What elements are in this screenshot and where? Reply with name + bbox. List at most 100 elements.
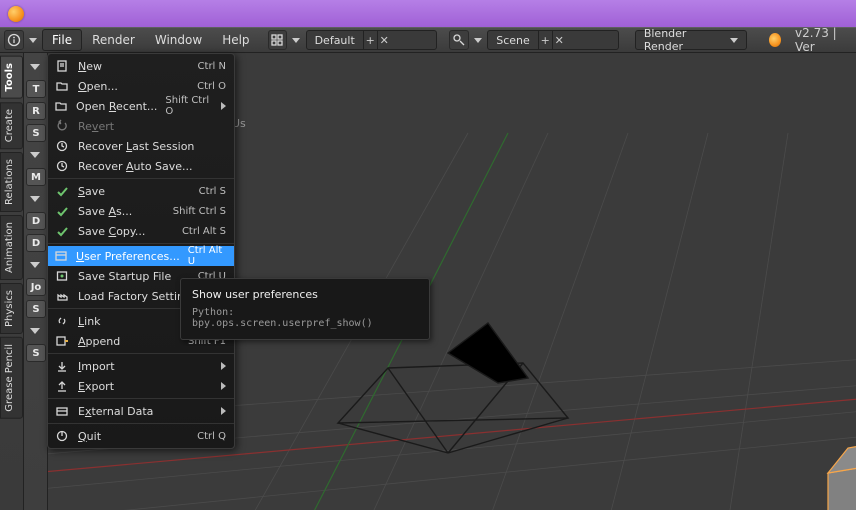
- menu-separator: [48, 353, 234, 354]
- menu-item-shortcut: Shift Ctrl S: [173, 206, 226, 217]
- screen-browse-button[interactable]: [268, 30, 288, 50]
- sidebar-tab-tools[interactable]: Tools: [0, 56, 23, 99]
- render-engine-label: Blender Render: [644, 27, 716, 53]
- file-menu-import[interactable]: Import: [48, 356, 234, 376]
- shelf-button[interactable]: S: [26, 124, 46, 142]
- menu-file[interactable]: File: [42, 29, 82, 51]
- menu-help[interactable]: Help: [212, 29, 259, 51]
- menu-window[interactable]: Window: [145, 29, 212, 51]
- menu-item-label: Revert: [78, 120, 226, 133]
- menu-item-label: Export: [78, 380, 213, 393]
- scene-label: Scene: [488, 31, 538, 49]
- file-menu-dropdown: NewCtrl NOpen...Ctrl O Open Recent... Shif…: [47, 53, 235, 449]
- blender-logo-icon: [769, 33, 781, 47]
- tooltip-python: Python: bpy.ops.screen.userpref_show(): [192, 307, 418, 329]
- shelf-button[interactable]: R: [26, 102, 46, 120]
- file-menu-open[interactable]: Open...Ctrl O: [48, 76, 234, 96]
- screen-layout-dropdown[interactable]: Default + ✕: [306, 30, 438, 50]
- menu-item-label: New: [78, 60, 190, 73]
- revert-icon: [54, 118, 70, 134]
- menu-item-label: Save As...: [78, 205, 165, 218]
- sidebar-tab-create[interactable]: Create: [0, 102, 23, 149]
- tool-shelf-tabs: Tools Create Relations Animation Physics Grea…: [0, 53, 24, 510]
- file-menu-user-preferences[interactable]: User Preferences...Ctrl Alt U: [48, 246, 234, 266]
- file-menu-new[interactable]: NewCtrl N: [48, 56, 234, 76]
- folder-icon: [54, 78, 70, 94]
- menu-item-label: Save: [78, 185, 191, 198]
- top-menu-bar: FileRenderWindowHelp Default + ✕ Scene +…: [0, 27, 856, 53]
- shelf-button[interactable]: D: [26, 234, 46, 252]
- shelf-button[interactable]: M: [26, 168, 46, 186]
- menu-item-label: Save Startup File: [78, 270, 190, 283]
- shelf-panel-toggle[interactable]: [26, 256, 44, 274]
- menu-item-label: Quit: [78, 430, 189, 443]
- shelf-panel-toggle[interactable]: [26, 58, 44, 76]
- menu-item-label: Append: [78, 335, 180, 348]
- screen-layout-label: Default: [307, 31, 363, 49]
- menu-item-label: External Data: [78, 405, 213, 418]
- check-icon: [54, 183, 70, 199]
- screen-list-chevron[interactable]: [291, 38, 302, 43]
- file-menu-open-recent[interactable]: Open Recent... Shift Ctrl O: [48, 96, 234, 116]
- version-label: v2.73 | Ver: [795, 26, 852, 54]
- menu-item-shortcut: Shift Ctrl O: [165, 95, 213, 117]
- sidebar-tab-grease-pencil[interactable]: Grease Pencil: [0, 337, 23, 419]
- shelf-button[interactable]: S: [26, 300, 46, 318]
- tooltip-title: Show user preferences: [192, 288, 418, 301]
- file-menu-save-copy[interactable]: Save Copy...Ctrl Alt S: [48, 221, 234, 241]
- file-menu-recover-last-session[interactable]: Recover Last Session: [48, 136, 234, 156]
- info-editor-type-button[interactable]: [4, 30, 24, 50]
- scene-dropdown[interactable]: Scene + ✕: [487, 30, 619, 50]
- menu-item-label: Save Copy...: [78, 225, 174, 238]
- sidebar-tab-animation[interactable]: Animation: [0, 215, 23, 280]
- doc-icon: [54, 58, 70, 74]
- export-icon: [54, 378, 70, 394]
- scene-add-button[interactable]: +: [538, 31, 552, 49]
- shelf-button[interactable]: T: [26, 80, 46, 98]
- scene-list-chevron[interactable]: [473, 38, 484, 43]
- window-titlebar: [0, 0, 856, 27]
- shelf-panel-toggle[interactable]: [26, 322, 44, 340]
- grid-icon: [270, 33, 284, 47]
- sidebar-tab-relations[interactable]: Relations: [0, 152, 23, 212]
- menu-separator: [48, 398, 234, 399]
- info-icon: [7, 33, 21, 47]
- cube-object[interactable]: [828, 438, 856, 510]
- file-menu-save[interactable]: Save Ctrl S: [48, 181, 234, 201]
- screen-delete-button[interactable]: ✕: [377, 31, 391, 49]
- menu-item-label: Link: [78, 315, 172, 328]
- menu-item-label: Open Recent...: [76, 100, 157, 113]
- submenu-arrow-icon: [221, 102, 226, 110]
- tool-shelf: TRSMDDJoSS: [24, 53, 48, 510]
- append-icon: [54, 333, 70, 349]
- folder-icon: [54, 98, 68, 114]
- menu-item-shortcut: Ctrl S: [199, 186, 226, 197]
- render-engine-dropdown[interactable]: Blender Render: [635, 30, 747, 50]
- file-menu-recover-auto-save[interactable]: Recover Auto Save...: [48, 156, 234, 176]
- shelf-button[interactable]: D: [26, 212, 46, 230]
- menu-render[interactable]: Render: [82, 29, 145, 51]
- collapse-menus-toggle[interactable]: [28, 38, 39, 43]
- submenu-arrow-icon: [221, 407, 226, 415]
- extdata-icon: [54, 403, 70, 419]
- menu-separator: [48, 178, 234, 179]
- scene-delete-button[interactable]: ✕: [552, 31, 566, 49]
- menu-item-shortcut: Ctrl O: [197, 81, 226, 92]
- menu-item-label: User Preferences...: [76, 250, 180, 263]
- sidebar-tab-physics[interactable]: Physics: [0, 283, 23, 334]
- quit-icon: [54, 428, 70, 444]
- shelf-panel-toggle[interactable]: [26, 146, 44, 164]
- scene-browse-button[interactable]: [449, 30, 469, 50]
- screen-add-button[interactable]: +: [363, 31, 377, 49]
- camera-object[interactable]: [338, 323, 568, 453]
- file-menu-save-as[interactable]: Save As... Shift Ctrl S: [48, 201, 234, 221]
- file-menu-quit[interactable]: QuitCtrl Q: [48, 426, 234, 446]
- shelf-button[interactable]: S: [26, 344, 46, 362]
- prefs-icon: [54, 248, 68, 264]
- menu-item-label: Recover Auto Save...: [78, 160, 226, 173]
- shelf-panel-toggle[interactable]: [26, 190, 44, 208]
- file-menu-external-data[interactable]: External Data: [48, 401, 234, 421]
- shelf-button[interactable]: Jo: [26, 278, 46, 296]
- file-menu-export[interactable]: Export: [48, 376, 234, 396]
- submenu-arrow-icon: [221, 382, 226, 390]
